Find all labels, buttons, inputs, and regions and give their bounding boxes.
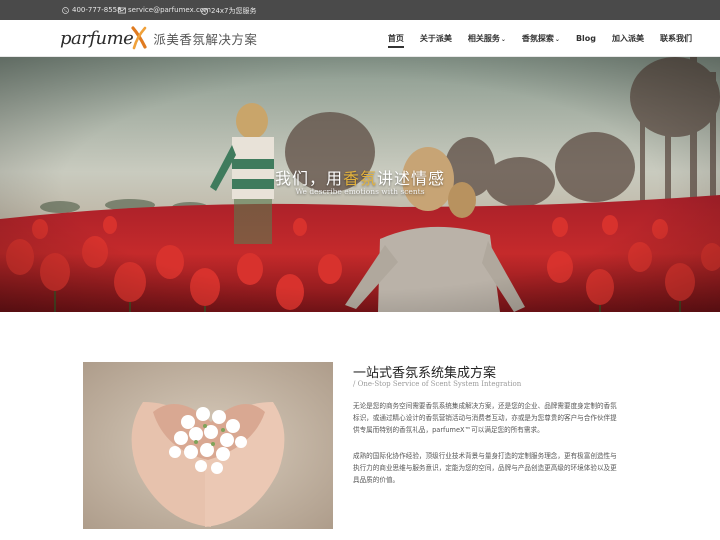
hero-subtitle: We describe emotions with scents [295, 187, 425, 196]
nav-services[interactable]: 相关服务⌄ [460, 20, 514, 57]
section-image [83, 362, 333, 529]
service-hours-text: 24x7为您服务 [211, 7, 257, 15]
nav-home[interactable]: 首页 [380, 20, 412, 57]
hero-banner: 我们，用香氛讲述情感 We describe emotions with sce… [0, 57, 720, 312]
logo-tagline: 派美香氛解决方案 [153, 31, 258, 47]
site-logo[interactable]: parfume 派美香氛解决方案 [60, 22, 257, 54]
logo-x-mark [131, 25, 147, 51]
paragraph-line: 标识，或通过精心设计的香氛营销活动与消费者互动，亦或是为您尊贵的客户与合作伙伴提 [353, 414, 617, 422]
phone-icon [62, 6, 69, 14]
paragraph-line: 供专属而特别的香氛礼品，parfumeX™可以满足您的所有需求。 [353, 426, 544, 434]
email-contact[interactable]: service@parfumex.com [118, 6, 211, 14]
site-header: parfume 派美香氛解决方案 首页 关于派美 相关服务⌄ 香氛探索⌄ Blo… [0, 20, 720, 57]
paragraph-line: 成熟的国际化协作经验，顶级行业技术背景与量身打造的定制服务理念，更有极富创造性与 [353, 452, 617, 460]
section-paragraph-1: 无论是您的商务空间需要香氛系统集成解决方案，还是您的企业、品牌需要度身定制的香氛… [353, 400, 638, 436]
logo-wordmark: parfume [60, 27, 134, 49]
nav-join[interactable]: 加入派美 [604, 20, 652, 57]
chevron-down-icon: ⌄ [500, 36, 506, 43]
nav-blog[interactable]: Blog [568, 20, 604, 57]
service-hours: 24x7为您服务 [201, 6, 257, 16]
chevron-down-icon: ⌄ [554, 36, 560, 43]
hero-title-highlight: 香氛 [342, 169, 377, 188]
clock-icon [201, 7, 208, 15]
section-title: 一站式香氛系统集成方案 [353, 366, 497, 381]
nav-explore[interactable]: 香氛探索⌄ [514, 20, 568, 57]
hero-title: 我们，用香氛讲述情感 [274, 169, 446, 188]
hands-flowers-image [83, 362, 333, 529]
nav-contact[interactable]: 联系我们 [652, 20, 700, 57]
top-contact-bar: 400-777-8558 service@parfumex.com 24x7为您… [0, 0, 720, 20]
email-address: service@parfumex.com [128, 6, 211, 14]
paragraph-line: 具品质的价值。 [353, 476, 400, 484]
mail-icon [118, 7, 126, 14]
main-nav: 首页 关于派美 相关服务⌄ 香氛探索⌄ Blog 加入派美 联系我们 [380, 20, 700, 57]
paragraph-line: 执行力的商业思维与服务意识，定能为您的空间，品牌与产品创造更高级的环境体验以及更 [353, 464, 617, 472]
section-subtitle: / One-Stop Service of Scent System Integ… [353, 380, 522, 388]
nav-about[interactable]: 关于派美 [412, 20, 460, 57]
paragraph-line: 无论是您的商务空间需要香氛系统集成解决方案，还是您的企业、品牌需要度身定制的香氛 [353, 402, 617, 410]
phone-contact[interactable]: 400-777-8558 [62, 6, 122, 14]
section-paragraph-2: 成熟的国际化协作经验，顶级行业技术背景与量身打造的定制服务理念，更有极富创造性与… [353, 450, 638, 486]
phone-number: 400-777-8558 [72, 6, 122, 14]
